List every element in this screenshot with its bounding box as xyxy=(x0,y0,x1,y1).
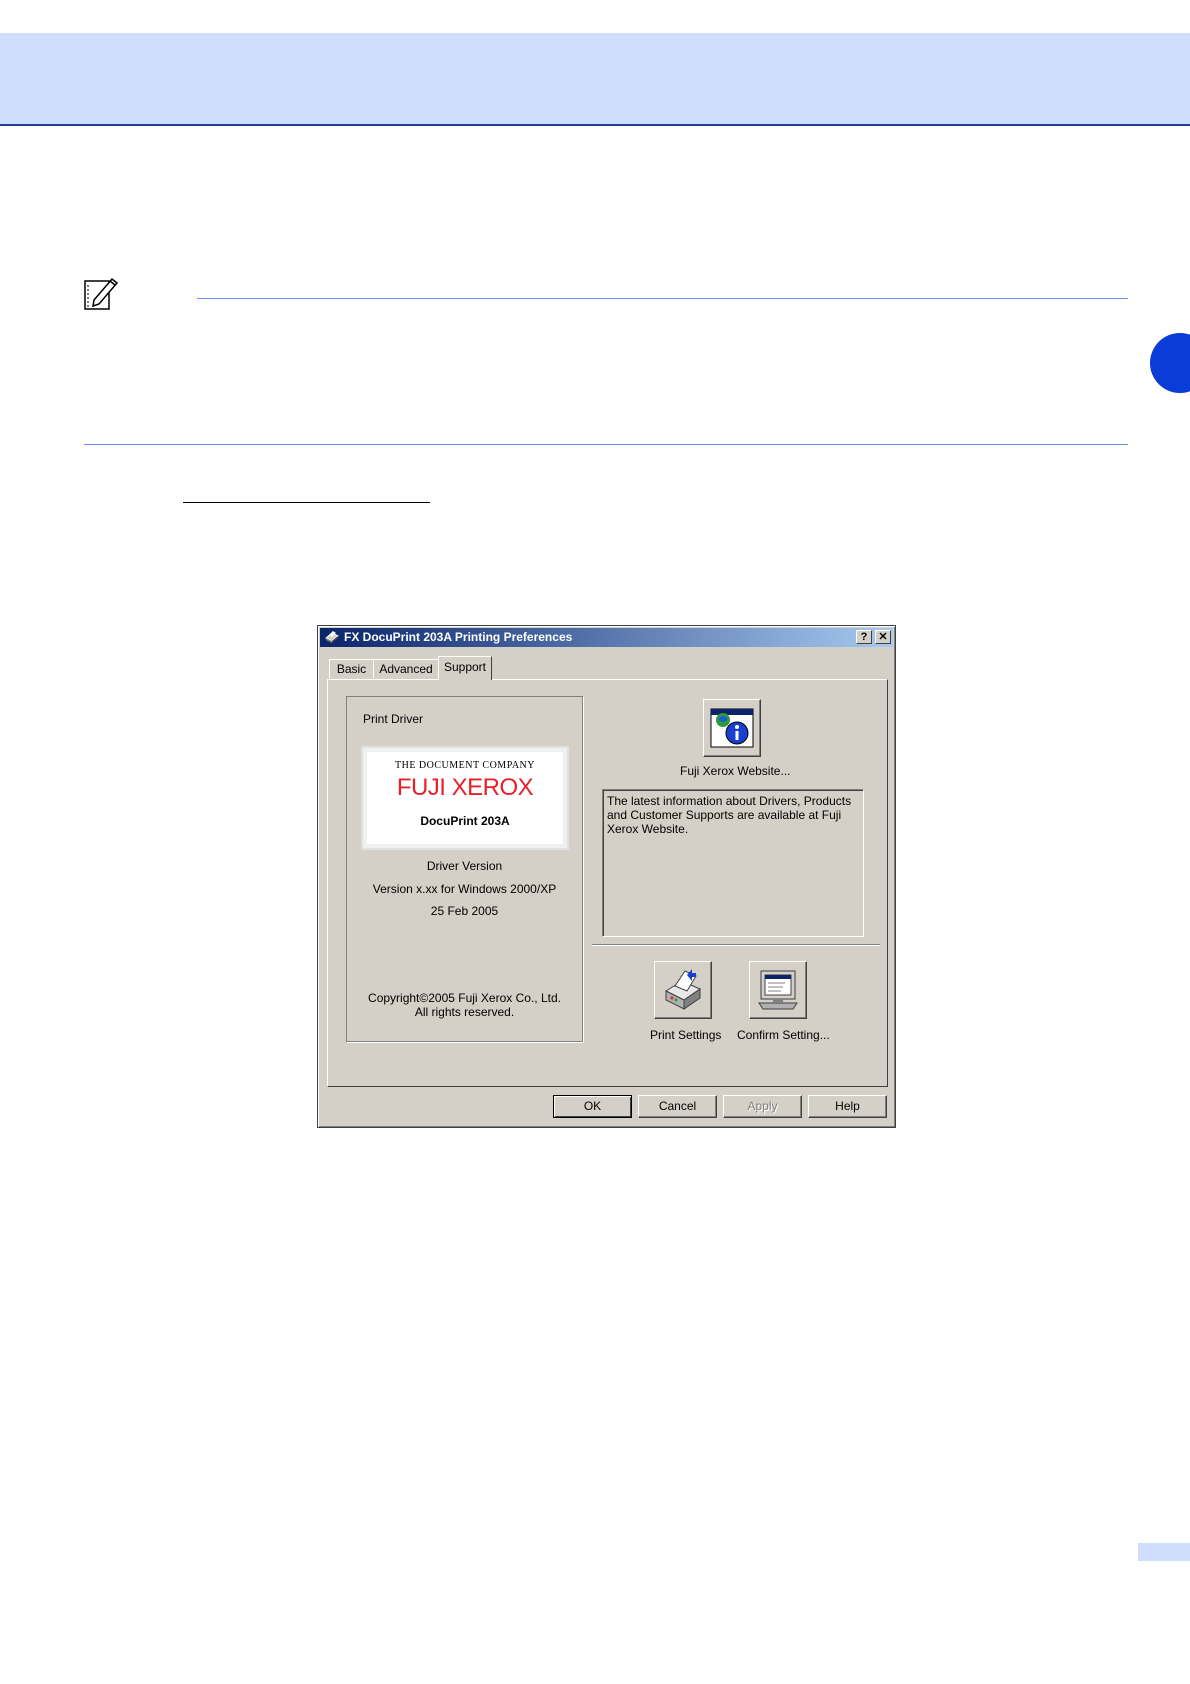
section-separator xyxy=(592,944,880,946)
logo-model: DocuPrint 203A xyxy=(420,814,510,828)
tab-basic[interactable]: Basic xyxy=(329,659,374,679)
fuji-xerox-website-caption[interactable]: Fuji Xerox Website... xyxy=(680,764,790,778)
fuji-xerox-logo: THE DOCUMENT COMPANY FUJI XEROX DocuPrin… xyxy=(367,752,563,844)
confirm-setting-caption[interactable]: Confirm Setting... xyxy=(737,1028,830,1042)
note-pencil-icon xyxy=(84,276,120,310)
print-settings-button[interactable] xyxy=(654,961,712,1019)
note-bottom-rule xyxy=(84,444,1128,445)
dialog-title: FX DocuPrint 203A Printing Preferences xyxy=(344,630,573,644)
printer-settings-icon xyxy=(664,969,702,1010)
note-top-rule xyxy=(197,298,1128,299)
help-button[interactable]: Help xyxy=(808,1095,887,1118)
logo-brand: FUJI XEROX xyxy=(396,774,534,801)
copyright-line-1: Copyright©2005 Fuji Xerox Co., Ltd. xyxy=(368,991,561,1005)
fuji-xerox-website-button[interactable] xyxy=(703,699,761,757)
driver-version-label: Driver Version xyxy=(426,859,503,873)
dialog-titlebar[interactable]: FX DocuPrint 203A Printing Preferences ?… xyxy=(320,628,893,647)
confirm-setting-button[interactable] xyxy=(749,961,807,1019)
help-title-button[interactable]: ? xyxy=(856,630,872,644)
driver-version-value: Version x.xx for Windows 2000/XP xyxy=(372,882,557,896)
driver-date: 25 Feb 2005 xyxy=(430,904,499,918)
heading-underline xyxy=(183,502,430,503)
monitor-icon xyxy=(758,970,798,1010)
printer-icon xyxy=(324,630,340,644)
website-info-icon xyxy=(710,708,754,748)
print-settings-caption[interactable]: Print Settings xyxy=(650,1028,721,1042)
ok-button[interactable]: OK xyxy=(553,1095,632,1118)
copyright-line-2: All rights reserved. xyxy=(414,1005,515,1019)
chapter-tab-marker xyxy=(1150,333,1190,393)
tab-support[interactable]: Support xyxy=(438,656,492,680)
page-number-tab xyxy=(1138,1543,1190,1561)
support-info-text: The latest information about Drivers, Pr… xyxy=(602,789,864,937)
printing-preferences-dialog: FX DocuPrint 203A Printing Preferences ?… xyxy=(317,625,896,1128)
page-header-band xyxy=(0,33,1190,126)
close-title-button[interactable]: ✕ xyxy=(875,630,891,644)
cancel-button[interactable]: Cancel xyxy=(638,1095,717,1118)
apply-button[interactable]: Apply xyxy=(723,1095,802,1118)
print-driver-group-title: Print Driver xyxy=(363,712,424,726)
logo-tagline: THE DOCUMENT COMPANY xyxy=(394,760,535,771)
tab-advanced[interactable]: Advanced xyxy=(373,659,439,679)
